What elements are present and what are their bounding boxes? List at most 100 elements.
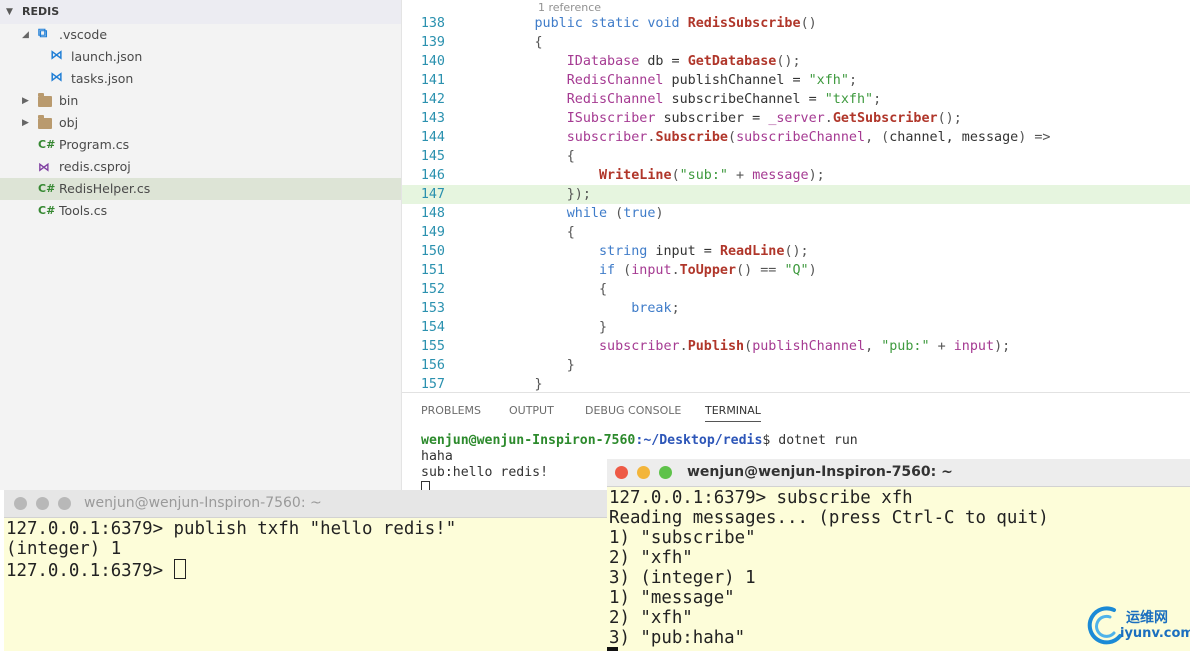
- code-token: WriteLine: [599, 168, 672, 183]
- code-line[interactable]: 157 }: [402, 375, 1190, 392]
- code-token: (): [800, 16, 817, 31]
- code-line[interactable]: 147 });: [402, 185, 1190, 204]
- explorer-item[interactable]: C# RedisHelper.cs: [0, 178, 401, 200]
- code-line[interactable]: 152 {: [402, 280, 1190, 299]
- code-line[interactable]: 138 public static void RedisSubscribe(): [402, 14, 1190, 33]
- maximize-window-button[interactable]: [659, 466, 672, 479]
- watermark-text-cn: 运维网: [1126, 610, 1168, 626]
- line-number: 153: [420, 301, 445, 316]
- code-token: input =: [647, 244, 720, 259]
- code-line[interactable]: 145 {: [402, 147, 1190, 166]
- vscode-json-icon: ⋈: [50, 70, 63, 85]
- explorer-item[interactable]: ⋈ redis.csproj: [0, 156, 401, 178]
- terminal-content[interactable]: 127.0.0.1:6379> publish txfh "hello redi…: [6, 519, 456, 581]
- code-token: ISubscriber: [566, 111, 656, 126]
- code-line[interactable]: 139 {: [402, 33, 1190, 52]
- code-text: {: [470, 280, 607, 299]
- tab-problems[interactable]: PROBLEMS: [421, 404, 481, 417]
- explorer-item[interactable]: ⋈ launch.json: [0, 46, 401, 68]
- window-titlebar[interactable]: wenjun@wenjun-Inspiron-7560: ~: [607, 459, 1190, 487]
- code-line[interactable]: 149 {: [402, 223, 1190, 242]
- close-window-button[interactable]: [14, 497, 27, 510]
- code-token: ) =>: [1018, 130, 1051, 145]
- code-line[interactable]: 156 }: [402, 356, 1190, 375]
- code-editor[interactable]: 1 reference 138 public static void Redis…: [402, 0, 1190, 392]
- code-line[interactable]: 153 break;: [402, 299, 1190, 318]
- maximize-window-button[interactable]: [58, 497, 71, 510]
- terminal-window-publisher[interactable]: wenjun@wenjun-Inspiron-7560: ~ 127.0.0.1…: [4, 490, 607, 651]
- code-token: subscribeChannel: [736, 130, 866, 145]
- minimize-window-button[interactable]: [637, 466, 650, 479]
- terminal-line: 1) "subscribe": [609, 528, 756, 548]
- chevron-down-icon[interactable]: ◢: [22, 24, 29, 46]
- code-token: "txfh": [824, 92, 874, 107]
- code-line[interactable]: 150 string input = ReadLine();: [402, 242, 1190, 261]
- code-line[interactable]: 140 IDatabase db = GetDatabase();: [402, 52, 1190, 71]
- folder-icon: [38, 115, 52, 129]
- line-number: 152: [420, 282, 445, 297]
- codelens-references[interactable]: 1 reference: [538, 1, 601, 14]
- code-token: channel, message: [889, 130, 1019, 145]
- code-token: () ==: [736, 263, 785, 278]
- code-text: RedisChannel publishChannel = "xfh";: [470, 71, 857, 90]
- explorer-section-header[interactable]: ▼ REDIS: [0, 0, 401, 24]
- explorer-item[interactable]: C# Tools.cs: [0, 200, 401, 222]
- code-token: .: [824, 111, 833, 126]
- chevron-right-icon[interactable]: ▶: [22, 90, 29, 112]
- explorer-item[interactable]: ▶ bin: [0, 90, 401, 112]
- explorer-item[interactable]: ⋈ tasks.json: [0, 68, 401, 90]
- code-text: {: [470, 147, 575, 166]
- code-token: GetDatabase: [687, 54, 777, 69]
- chevron-right-icon[interactable]: ▶: [22, 112, 29, 134]
- code-text: subscriber.Publish(publishChannel, "pub:…: [470, 337, 1010, 356]
- explorer-item-label: obj: [59, 115, 79, 130]
- code-line[interactable]: 144 subscriber.Subscribe(subscribeChanne…: [402, 128, 1190, 147]
- explorer-item[interactable]: ▶ obj: [0, 112, 401, 134]
- explorer-item[interactable]: C# Program.cs: [0, 134, 401, 156]
- code-text: {: [470, 33, 543, 52]
- window-titlebar[interactable]: wenjun@wenjun-Inspiron-7560: ~: [4, 490, 607, 518]
- code-line[interactable]: 141 RedisChannel publishChannel = "xfh";: [402, 71, 1190, 90]
- csharp-file-icon: C#: [38, 182, 56, 195]
- code-text: if (input.ToUpper() == "Q"): [470, 261, 817, 280]
- code-line[interactable]: 146 WriteLine("sub:" + message);: [402, 166, 1190, 185]
- code-line[interactable]: 142 RedisChannel subscribeChannel = "txf…: [402, 90, 1190, 109]
- tab-output[interactable]: OUTPUT: [509, 404, 554, 417]
- code-text: public static void RedisSubscribe(): [470, 14, 817, 33]
- file-tree: ◢ ⧉ .vscode ⋈ launch.json ⋈ tasks.json ▶ bin ▶ obj…: [0, 24, 401, 222]
- close-window-button[interactable]: [615, 466, 628, 479]
- code-text: break;: [470, 299, 679, 318]
- code-line[interactable]: 155 subscriber.Publish(publishChannel, "…: [402, 337, 1190, 356]
- explorer-item[interactable]: ◢ ⧉ .vscode: [0, 24, 401, 46]
- minimize-window-button[interactable]: [36, 497, 49, 510]
- tab-debug-console[interactable]: DEBUG CONSOLE: [585, 404, 681, 417]
- code-token: );: [994, 339, 1011, 354]
- line-number: 144: [420, 130, 445, 145]
- code-token: ();: [937, 111, 962, 126]
- code-line[interactable]: 154 }: [402, 318, 1190, 337]
- code-line[interactable]: 143 ISubscriber subscriber = _server.Get…: [402, 109, 1190, 128]
- terminal-prompt: 127.0.0.1:6379>: [6, 561, 174, 581]
- code-token: GetSubscriber: [832, 111, 938, 126]
- terminal-content[interactable]: 127.0.0.1:6379> subscribe xfh Reading mes…: [609, 488, 1049, 648]
- code-token: ReadLine: [719, 244, 785, 259]
- line-number: 139: [420, 35, 445, 50]
- terminal-line: 3) (integer) 1: [609, 568, 756, 588]
- code-token: ;: [848, 73, 857, 88]
- code-line[interactable]: 148 while (true): [402, 204, 1190, 223]
- code-line[interactable]: 151 if (input.ToUpper() == "Q"): [402, 261, 1190, 280]
- window-title: wenjun@wenjun-Inspiron-7560: ~: [84, 495, 322, 511]
- code-text: RedisChannel subscribeChannel = "txfh";: [470, 90, 881, 109]
- tab-terminal[interactable]: TERMINAL: [705, 404, 761, 422]
- vscode-json-icon: ⋈: [50, 48, 63, 63]
